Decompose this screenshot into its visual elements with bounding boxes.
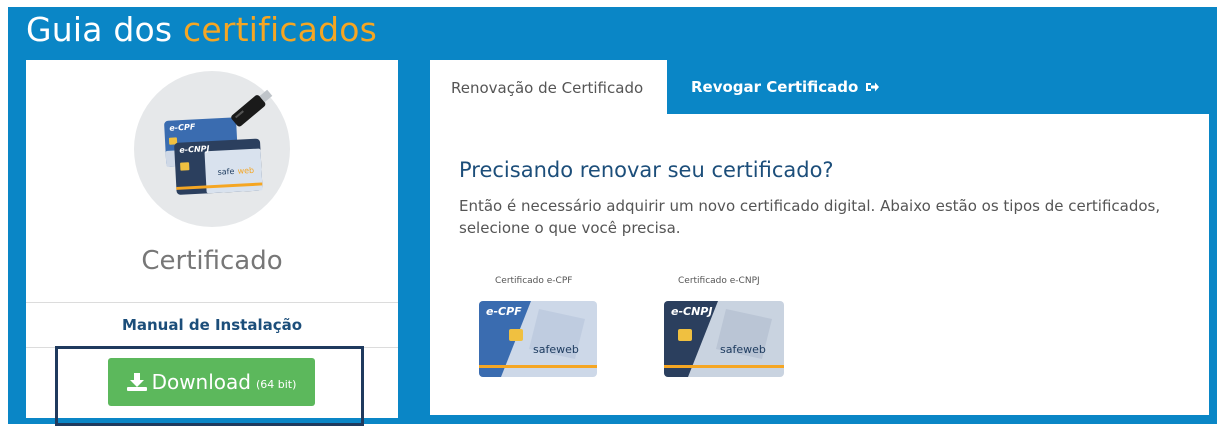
tab-revogar[interactable]: Revogar Certificado	[691, 78, 880, 96]
tab-renovacao[interactable]: Renovação de Certificado	[430, 60, 667, 114]
certificate-name: Certificado	[141, 246, 283, 276]
page-title-accent: certificados	[183, 10, 378, 49]
content-description: Então é necessário adquirir um novo cert…	[459, 197, 1161, 237]
divider	[26, 302, 398, 303]
download-icon	[126, 373, 147, 391]
renewal-content-panel: Precisando renovar seu certificado? Entã…	[430, 114, 1209, 415]
card-brand-text: e-CNPJ	[671, 305, 712, 318]
card-vendor-text: safeweb	[533, 343, 579, 356]
svg-text:safe: safe	[217, 167, 234, 177]
download-architecture: (64 bit)	[255, 377, 297, 391]
certificate-caption: Certificado e-CNPJ	[678, 276, 760, 286]
svg-text:e-CPF: e-CPF	[169, 122, 196, 132]
svg-text:e-CNPJ: e-CNPJ	[179, 144, 210, 155]
page-title: Guia dos certificados	[26, 10, 377, 49]
installation-manual-link[interactable]: Manual de Instalação	[26, 316, 398, 334]
ecpf-card-icon: e-CPF safeweb	[479, 301, 597, 377]
card-brand-text: e-CPF	[486, 305, 522, 318]
tab-label: Revogar Certificado	[691, 78, 859, 96]
content-title: Precisando renovar seu certificado?	[459, 158, 834, 182]
card-vendor-text: safeweb	[720, 343, 766, 356]
download-button[interactable]: Download (64 bit)	[108, 358, 315, 406]
certificate-option-ecpf[interactable]: Certificado e-CPF e-CPF safeweb	[479, 276, 599, 384]
certificate-caption: Certificado e-CPF	[495, 276, 573, 286]
certificate-option-ecnpj[interactable]: Certificado e-CNPJ e-CNPJ safeweb	[664, 276, 784, 384]
page-title-text: Guia dos	[26, 10, 173, 49]
download-label: Download	[151, 370, 251, 394]
tab-label: Renovação de Certificado	[451, 79, 644, 97]
sign-out-icon	[865, 81, 880, 93]
svg-text:web: web	[237, 166, 254, 176]
certificate-cards-usb-token-icon: e-CPF e-CNPJ safe web	[134, 71, 290, 227]
ecnpj-card-icon: e-CNPJ safeweb	[664, 301, 784, 377]
